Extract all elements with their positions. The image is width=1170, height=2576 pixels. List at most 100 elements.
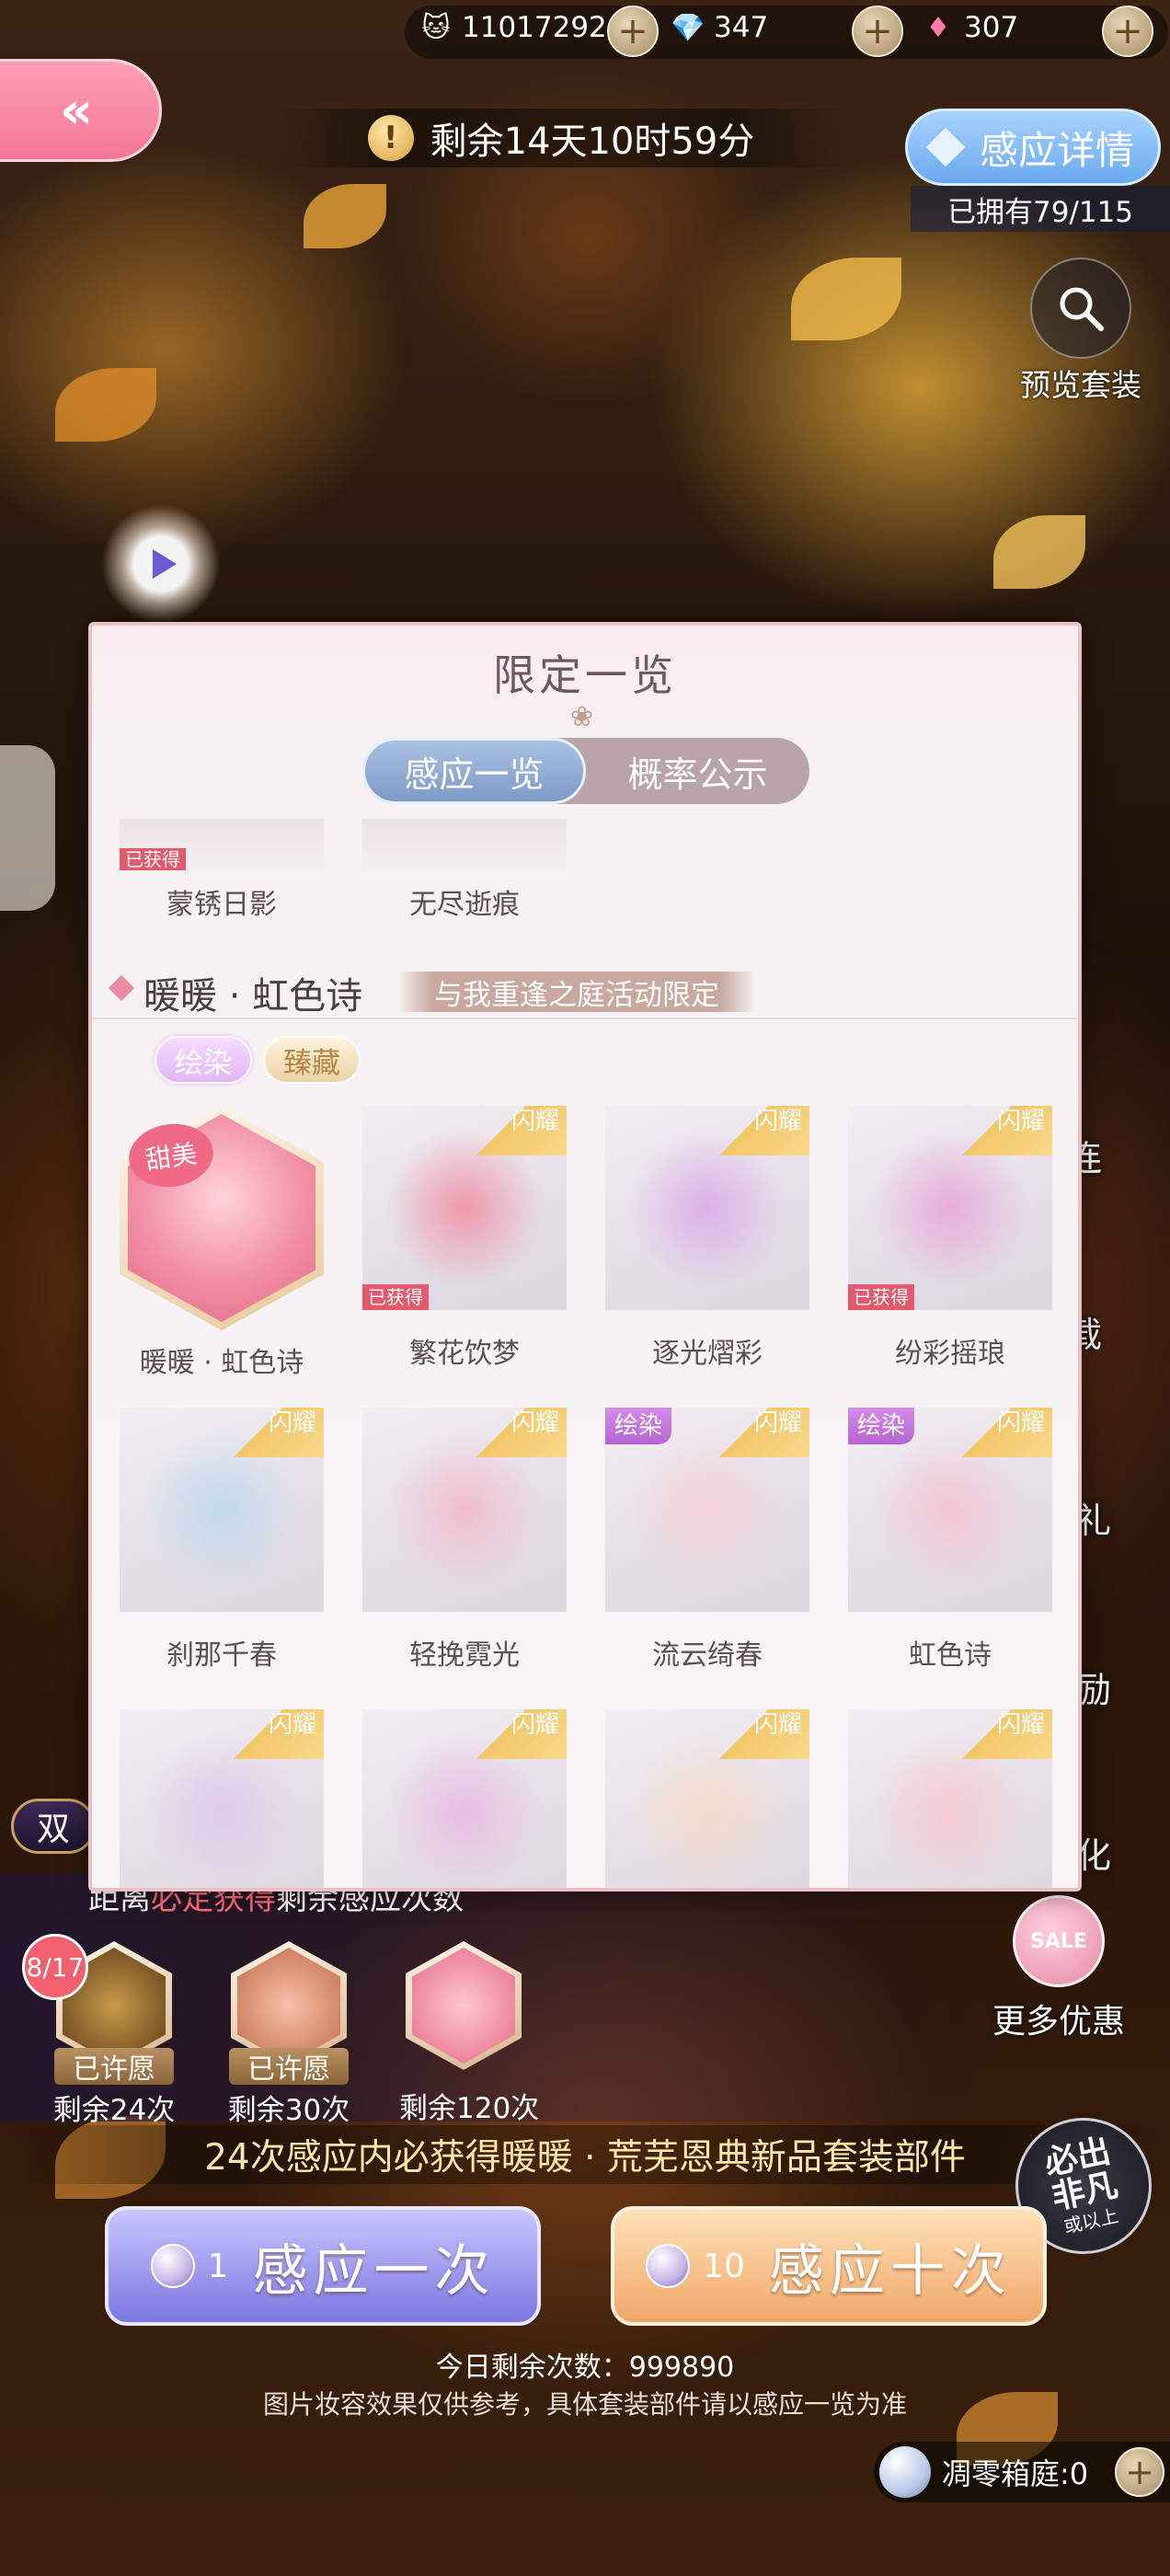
item-name: 刹那千春	[166, 1639, 277, 1672]
item-name: 逐光熠彩	[652, 1338, 763, 1370]
crystal-ball-icon	[150, 2244, 195, 2288]
item-card[interactable]: 闪耀	[605, 1709, 809, 1888]
tab-bar: 概率公示 感应一览	[362, 738, 809, 804]
item-card[interactable]: 闪耀 已获得 繁花饮梦	[362, 1106, 567, 1371]
add-pink-diamond-button[interactable]: +	[1102, 6, 1153, 57]
wished-badge: 已许愿	[54, 2048, 174, 2086]
cat-coin-icon: 🐱	[421, 11, 451, 44]
shine-badge: 闪耀	[951, 1709, 1052, 1759]
item-tile[interactable]: 已获得	[120, 819, 324, 870]
add-diamond-button[interactable]: +	[852, 6, 903, 57]
detail-button-label: 感应详情	[979, 127, 1134, 173]
shine-badge: 闪耀	[465, 1408, 567, 1457]
more-deals-button[interactable]: SALE 更多优惠	[981, 1895, 1137, 2052]
chevron-left-icon: «	[59, 80, 94, 141]
side-menu-item[interactable]: 励	[1076, 1662, 1170, 1712]
side-menu-item[interactable]: 化	[1076, 1827, 1170, 1878]
item-list-scroll[interactable]: 已获得 蒙锈日影 无尽逝痕 暖暖 · 虹色诗 与我重逢之庭活动限定 绘染 臻藏 …	[92, 819, 1078, 1888]
item-card[interactable]: 闪耀	[120, 1709, 324, 1888]
shine-badge: 闪耀	[951, 1408, 1052, 1457]
item-card[interactable]: 闪耀 绘染 流云绮春	[605, 1408, 809, 1673]
play-video-button[interactable]	[101, 504, 221, 624]
filter-dye[interactable]: 绘染	[155, 1036, 252, 1084]
section-name: 暖暖 · 虹色诗	[143, 975, 363, 1018]
item-card[interactable]: 闪耀 已获得 纷彩摇琅	[848, 1106, 1052, 1371]
item-name: 虹色诗	[909, 1639, 992, 1672]
box-garden: 凋零箱庭:0 +	[874, 2442, 1170, 2502]
double-badge[interactable]: 双	[11, 1799, 96, 1854]
section-header: 暖暖 · 虹色诗 与我重逢之庭活动限定	[92, 957, 1078, 1019]
currency-value: 11017292	[462, 11, 607, 44]
limited-list-modal: 限定一览 ❀ 概率公示 感应一览 已获得 蒙锈日影 无尽逝痕 暖暖 · 虹色诗 …	[88, 622, 1082, 1892]
search-icon	[1030, 258, 1131, 359]
pink-diamond-icon: ♦	[925, 11, 951, 44]
crystal-ball-icon	[646, 2244, 691, 2288]
item-card[interactable]: 闪耀 轻挽霓光	[362, 1408, 567, 1673]
more-deals-label: 更多优惠	[992, 2003, 1125, 2041]
remaining-count: 剩余24次	[52, 2094, 176, 2127]
shine-badge: 闪耀	[708, 1106, 809, 1156]
item-card[interactable]: 闪耀 绘染 虹色诗	[848, 1408, 1052, 1673]
shopping-bag-icon: SALE	[1013, 1895, 1105, 1987]
today-remaining: 今日剩余次数：999890	[435, 2352, 735, 2384]
remaining-count: 剩余120次	[399, 2092, 540, 2125]
dye-badge: 绘染	[605, 1408, 672, 1444]
side-menu-item[interactable]: 礼	[1076, 1492, 1170, 1543]
modal-title: 限定一览	[493, 650, 677, 700]
crystal-ball-icon	[879, 2446, 931, 2498]
back-button[interactable]: «	[0, 59, 162, 162]
draw-once-label: 感应一次	[252, 2238, 496, 2304]
diamond-icon	[108, 974, 135, 1002]
draw-ten-button[interactable]: 10 感应十次	[611, 2206, 1047, 2326]
item-card[interactable]: 闪耀 刹那千春	[120, 1408, 324, 1673]
item-tile[interactable]	[362, 819, 567, 870]
shine-badge: 闪耀	[708, 1709, 809, 1759]
obtained-badge: 已获得	[120, 848, 186, 870]
item-name: 蒙锈日影	[166, 889, 277, 921]
currency-gold: 🐱 11017292 +	[416, 6, 659, 57]
shine-badge: 闪耀	[465, 1106, 567, 1156]
item-name: 轻挽霓光	[409, 1639, 520, 1672]
cost-count: 1	[207, 2247, 229, 2285]
item-name: 流云绮春	[652, 1639, 763, 1672]
play-icon	[153, 549, 177, 579]
guarantee-banner: 24次感应内必获得暖暖 · 荒芜恩典新品套装部件	[0, 2125, 1170, 2184]
left-side-tab[interactable]	[0, 745, 55, 911]
previous-row: 已获得 蒙锈日影 无尽逝痕	[92, 819, 1078, 951]
detail-button[interactable]: 感应详情	[905, 109, 1161, 186]
draw-once-button[interactable]: 1 感应一次	[105, 2206, 541, 2326]
item-card[interactable]: 闪耀	[848, 1709, 1052, 1888]
side-menu-item[interactable]: 载	[1067, 1306, 1170, 1357]
shine-badge: 闪耀	[708, 1408, 809, 1457]
event-timer: ! 剩余14天10时59分	[276, 109, 846, 167]
pity-count-badge: 8/17	[22, 1934, 88, 2000]
tab-item-list[interactable]: 感应一览	[362, 738, 586, 804]
item-name: 繁花饮梦	[409, 1338, 520, 1370]
filter-collect[interactable]: 臻藏	[263, 1036, 361, 1084]
tab-probability[interactable]: 概率公示	[586, 738, 809, 804]
shine-badge: 闪耀	[951, 1106, 1052, 1156]
item-card[interactable]: 闪耀 逐光熠彩	[605, 1106, 809, 1371]
pity-reward[interactable]: 已许愿 剩余30次	[224, 1941, 353, 2128]
add-box-garden-button[interactable]: +	[1115, 2447, 1164, 2497]
item-name: 纷彩摇琅	[895, 1338, 1005, 1370]
alert-icon: !	[367, 115, 414, 161]
disclaimer-text: 图片妆容效果仅供参考，具体套装部件请以感应一览为准	[262, 2389, 907, 2420]
shine-badge: 闪耀	[223, 1408, 324, 1457]
add-gold-button[interactable]: +	[607, 6, 659, 57]
preview-label: 预览套装	[1020, 367, 1141, 403]
cost-count: 10	[703, 2247, 745, 2285]
shine-badge: 闪耀	[465, 1709, 567, 1759]
side-menu-item[interactable]: 连	[1067, 1130, 1170, 1180]
wished-badge: 已许愿	[229, 2048, 349, 2086]
currency-value: 307	[964, 11, 1019, 44]
obtained-badge: 已获得	[362, 1284, 429, 1310]
preview-outfit-button[interactable]: 预览套装	[1012, 258, 1150, 405]
hero-item[interactable]: 甜美 暖暖 · 虹色诗	[120, 1106, 324, 1379]
purple-diamond-icon: 💎	[671, 11, 705, 44]
timer-text: 剩余14天10时59分	[430, 121, 755, 163]
owned-count: 已拥有79/115	[911, 186, 1170, 232]
currency-value: 347	[714, 11, 769, 44]
pity-reward[interactable]: 剩余120次	[399, 1941, 540, 2126]
item-card[interactable]: 闪耀	[362, 1709, 567, 1888]
